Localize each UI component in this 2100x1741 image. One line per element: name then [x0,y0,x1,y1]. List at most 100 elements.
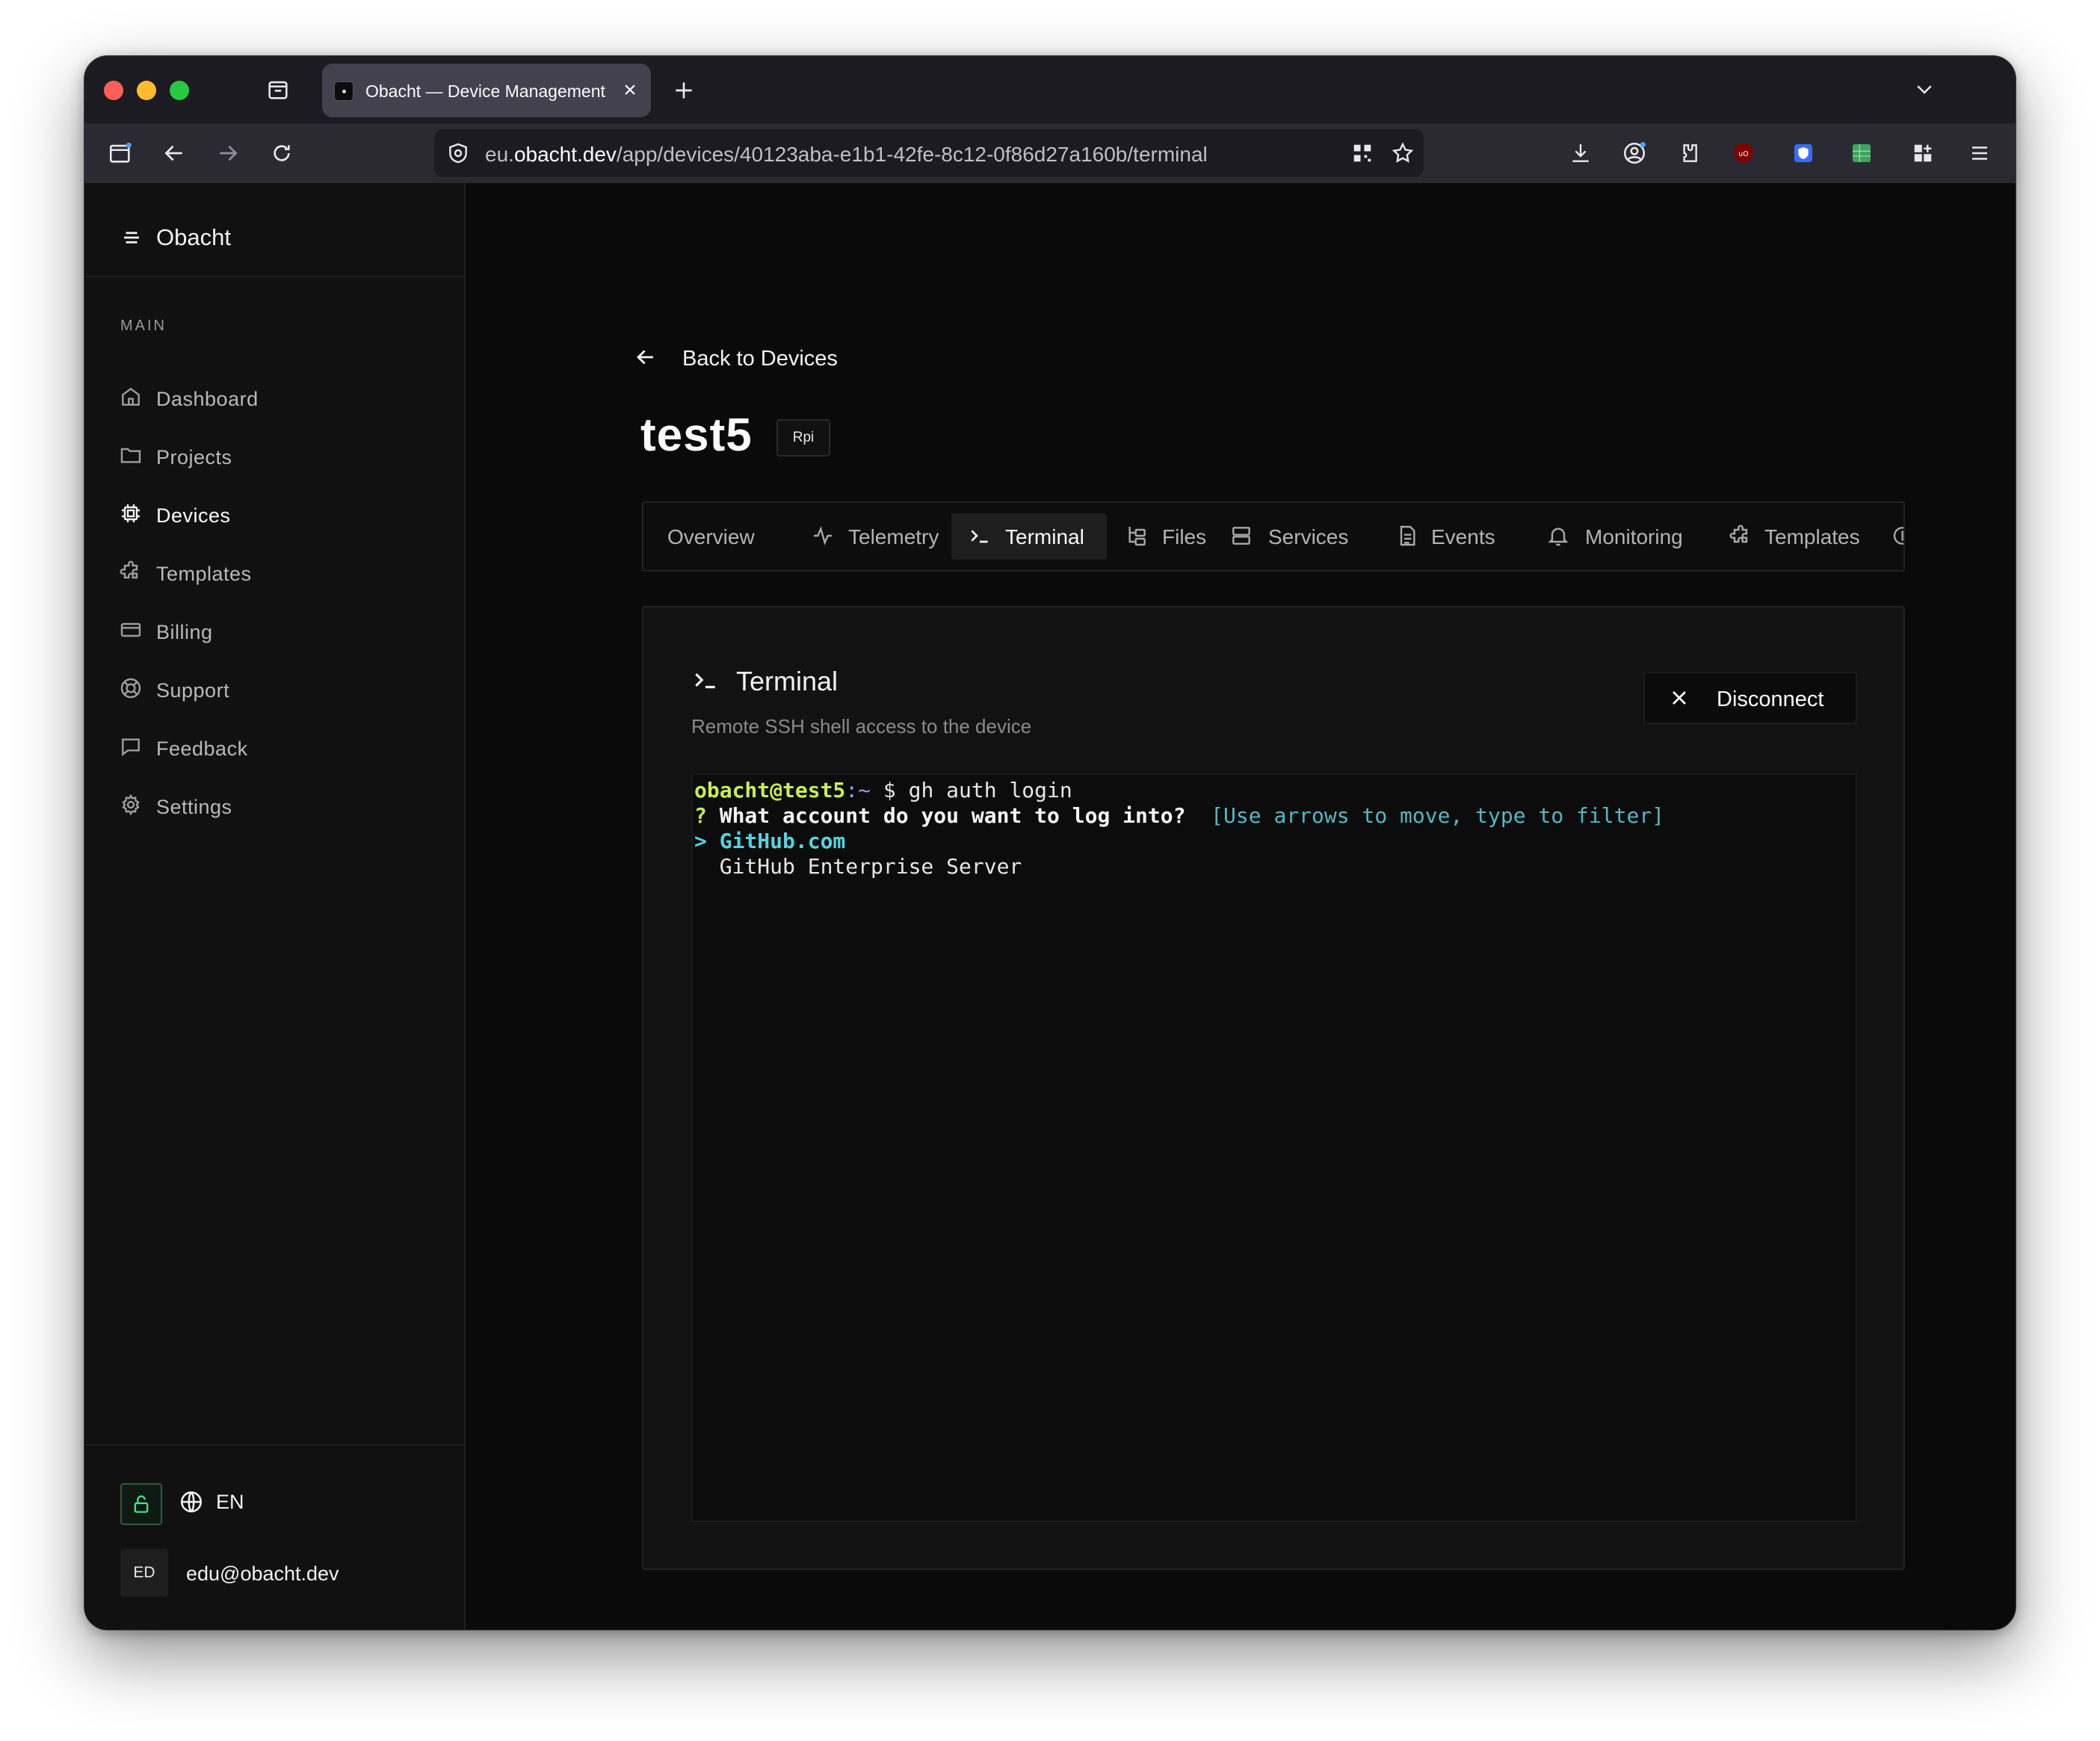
card-subtitle: Remote SSH shell access to the device [691,715,1032,737]
folder-icon [119,443,144,469]
tab-telemetry[interactable]: Telemetry [793,513,962,560]
tab-monitoring[interactable]: Monitoring [1531,513,1711,560]
tab-label: Files [1162,525,1207,548]
lifebuoy-icon [119,676,144,702]
tab-favicon [334,81,353,101]
terminal-icon [691,666,721,696]
device-type-badge: Rpi [776,419,830,457]
tab-overview-icon[interactable] [262,74,294,105]
sidebar-item-dashboard[interactable]: Dashboard [117,373,446,422]
forward-icon[interactable] [211,137,244,170]
browser-window: Obacht — Device Management × eu.obacht.d [84,55,2016,1630]
avatar[interactable]: ED [120,1549,168,1597]
back-icon[interactable] [158,137,191,170]
bookmark-star-icon[interactable] [1388,138,1418,168]
tab-close-icon[interactable]: × [617,75,643,105]
sidebar: Obacht MAIN Dashboard Projects Devices T… [84,183,466,1630]
extensions-icon[interactable] [1672,137,1705,170]
sidebar-item-feedback[interactable]: Feedback [117,723,446,772]
minimize-window-button[interactable] [137,81,156,100]
terminal-text: obacht@test5:~ $ gh auth login ? What ac… [694,778,1665,879]
password-manager-icon[interactable] [1787,137,1820,170]
ublock-icon[interactable]: uO [1727,137,1760,170]
qr-code-icon[interactable] [1347,138,1377,168]
reload-icon[interactable] [265,137,298,170]
disconnect-button[interactable]: Disconnect [1643,672,1857,724]
arrow-left-icon [633,344,660,371]
title-bar: Obacht — Device Management × [84,56,2016,123]
settings-partial-icon [1889,524,1903,549]
sidebar-item-support[interactable]: Support [117,664,446,714]
sidebar-item-settings[interactable]: Settings [117,781,446,830]
device-tabs: Overview Telemetry Terminal Files Servic… [642,501,1905,572]
folder-tree-icon [1125,524,1150,549]
tab-overflow[interactable] [1889,513,1903,560]
back-label: Back to Devices [682,347,838,371]
browser-tab[interactable]: Obacht — Device Management × [322,64,651,117]
page-content: Obacht MAIN Dashboard Projects Devices T… [84,183,2016,1630]
tab-title: Obacht — Device Management [365,81,605,101]
apps-grid-icon[interactable] [1906,137,1939,170]
tab-terminal[interactable]: Terminal [951,513,1107,560]
home-icon [119,385,144,410]
tab-services[interactable]: Services [1214,513,1374,560]
sidebar-item-billing[interactable]: Billing [117,606,446,655]
tab-label: Services [1268,525,1349,548]
server-icon [1229,524,1255,549]
sidebar-item-label: Feedback [156,737,248,760]
brand-name: Obacht [156,224,231,250]
sidebar-item-label: Projects [156,446,232,469]
tab-label: Telemetry [848,525,939,548]
page-title: test5 [640,409,753,461]
new-tab-icon[interactable] [667,74,700,107]
user-email[interactable]: edu@obacht.dev [186,1562,339,1586]
sidebar-item-label: Dashboard [156,388,259,410]
sidebar-item-label: Templates [156,563,252,585]
svg-text:uO: uO [1738,150,1748,158]
list-all-tabs-icon[interactable] [1908,72,1941,105]
unlock-icon [131,1494,152,1515]
menu-lines-icon[interactable] [120,226,144,250]
tab-overview[interactable]: Overview [643,513,785,560]
tab-templates[interactable]: Templates [1714,513,1886,560]
tab-files[interactable]: Files [1111,513,1210,560]
puzzle-icon [119,560,144,585]
main-area: Back to Devices test5 Rpi Overview Telem… [467,183,2016,1630]
sidebar-item-templates[interactable]: Templates [117,548,446,597]
unlock-button[interactable] [120,1483,162,1525]
terminal-output[interactable]: obacht@test5:~ $ gh auth login ? What ac… [691,773,1857,1522]
sidebar-item-label: Billing [156,621,213,643]
menu-icon[interactable] [1963,137,1996,170]
url-text[interactable]: eu.obacht.dev/app/devices/40123aba-e1b1-… [485,143,1208,167]
account-icon[interactable] [1618,137,1651,170]
sidebar-item-label: Settings [156,796,232,818]
sidebar-item-projects[interactable]: Projects [117,431,446,480]
credit-card-icon [119,618,144,643]
globe-icon[interactable] [179,1489,206,1516]
close-icon [1667,686,1693,711]
zoom-window-button[interactable] [170,81,189,100]
puzzle-icon [1729,524,1754,549]
tab-label: Overview [667,525,755,548]
navigation-bar: eu.obacht.dev/app/devices/40123aba-e1b1-… [84,123,2016,183]
tab-label: Terminal [1005,525,1084,548]
close-window-button[interactable] [104,81,123,100]
sheets-extension-icon[interactable] [1845,137,1878,170]
downloads-icon[interactable] [1564,137,1597,170]
address-bar[interactable]: eu.obacht.dev/app/devices/40123aba-e1b1-… [434,129,1424,177]
tab-events[interactable]: Events [1379,513,1525,560]
brand[interactable]: Obacht [84,183,466,277]
disconnect-label: Disconnect [1717,687,1824,711]
file-text-icon [1395,524,1421,549]
sidebar-item-label: Support [156,679,230,702]
shield-icon[interactable] [443,138,473,168]
terminal-icon [968,524,993,549]
terminal-card: Terminal Remote SSH shell access to the … [642,606,1905,1570]
sidebar-toggle-icon[interactable] [104,137,137,170]
bell-icon [1546,524,1572,549]
sidebar-item-devices[interactable]: Devices [117,489,446,539]
tab-label: Events [1431,525,1495,548]
tab-label: Templates [1764,525,1860,548]
language-selector[interactable]: EN [216,1491,244,1514]
card-title: Terminal [736,666,839,696]
